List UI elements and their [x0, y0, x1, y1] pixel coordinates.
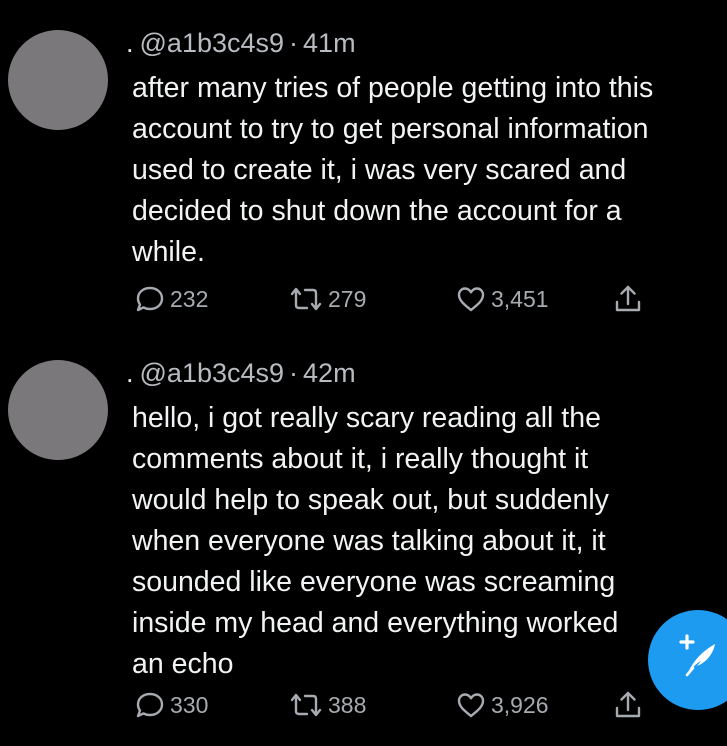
share-icon: [612, 283, 644, 315]
avatar[interactable]: [8, 30, 108, 130]
retweet-icon: [288, 689, 324, 721]
tweet-header: . @a1b3c4s9 · 42m: [126, 358, 356, 388]
heart-icon: [455, 689, 487, 721]
retweet-count: 388: [328, 691, 367, 718]
tweet-text: hello, i got really scary reading all th…: [132, 402, 619, 680]
share-icon: [612, 689, 644, 721]
tweet-actions: 330 388 3,926: [0, 688, 727, 722]
reply-icon: [134, 689, 166, 721]
tweet-header: . @a1b3c4s9 · 41m: [126, 28, 356, 58]
compose-tweet-icon: [671, 631, 725, 690]
share-button[interactable]: [612, 282, 644, 316]
retweet-button[interactable]: 279: [288, 282, 366, 316]
retweet-icon: [288, 283, 324, 315]
reply-button[interactable]: 232: [134, 282, 208, 316]
reply-count: 232: [170, 285, 209, 312]
like-count: 3,926: [491, 691, 549, 718]
username[interactable]: @a1b3c4s9: [140, 28, 285, 58]
like-button[interactable]: 3,451: [455, 282, 549, 316]
share-button[interactable]: [612, 688, 644, 722]
avatar[interactable]: [8, 360, 108, 460]
tweet-text: after many tries of people getting into …: [132, 72, 654, 268]
like-count: 3,451: [491, 285, 549, 312]
like-button[interactable]: 3,926: [455, 688, 549, 722]
reply-button[interactable]: 330: [134, 688, 208, 722]
username[interactable]: @a1b3c4s9: [140, 358, 285, 388]
heart-icon: [455, 283, 487, 315]
tweet-actions: 232 279 3,451: [0, 282, 727, 316]
retweet-count: 279: [328, 285, 367, 312]
timestamp[interactable]: 41m: [303, 28, 356, 58]
retweet-button[interactable]: 388: [288, 688, 366, 722]
reply-icon: [134, 283, 166, 315]
reply-count: 330: [170, 691, 209, 718]
timestamp[interactable]: 42m: [303, 358, 356, 388]
